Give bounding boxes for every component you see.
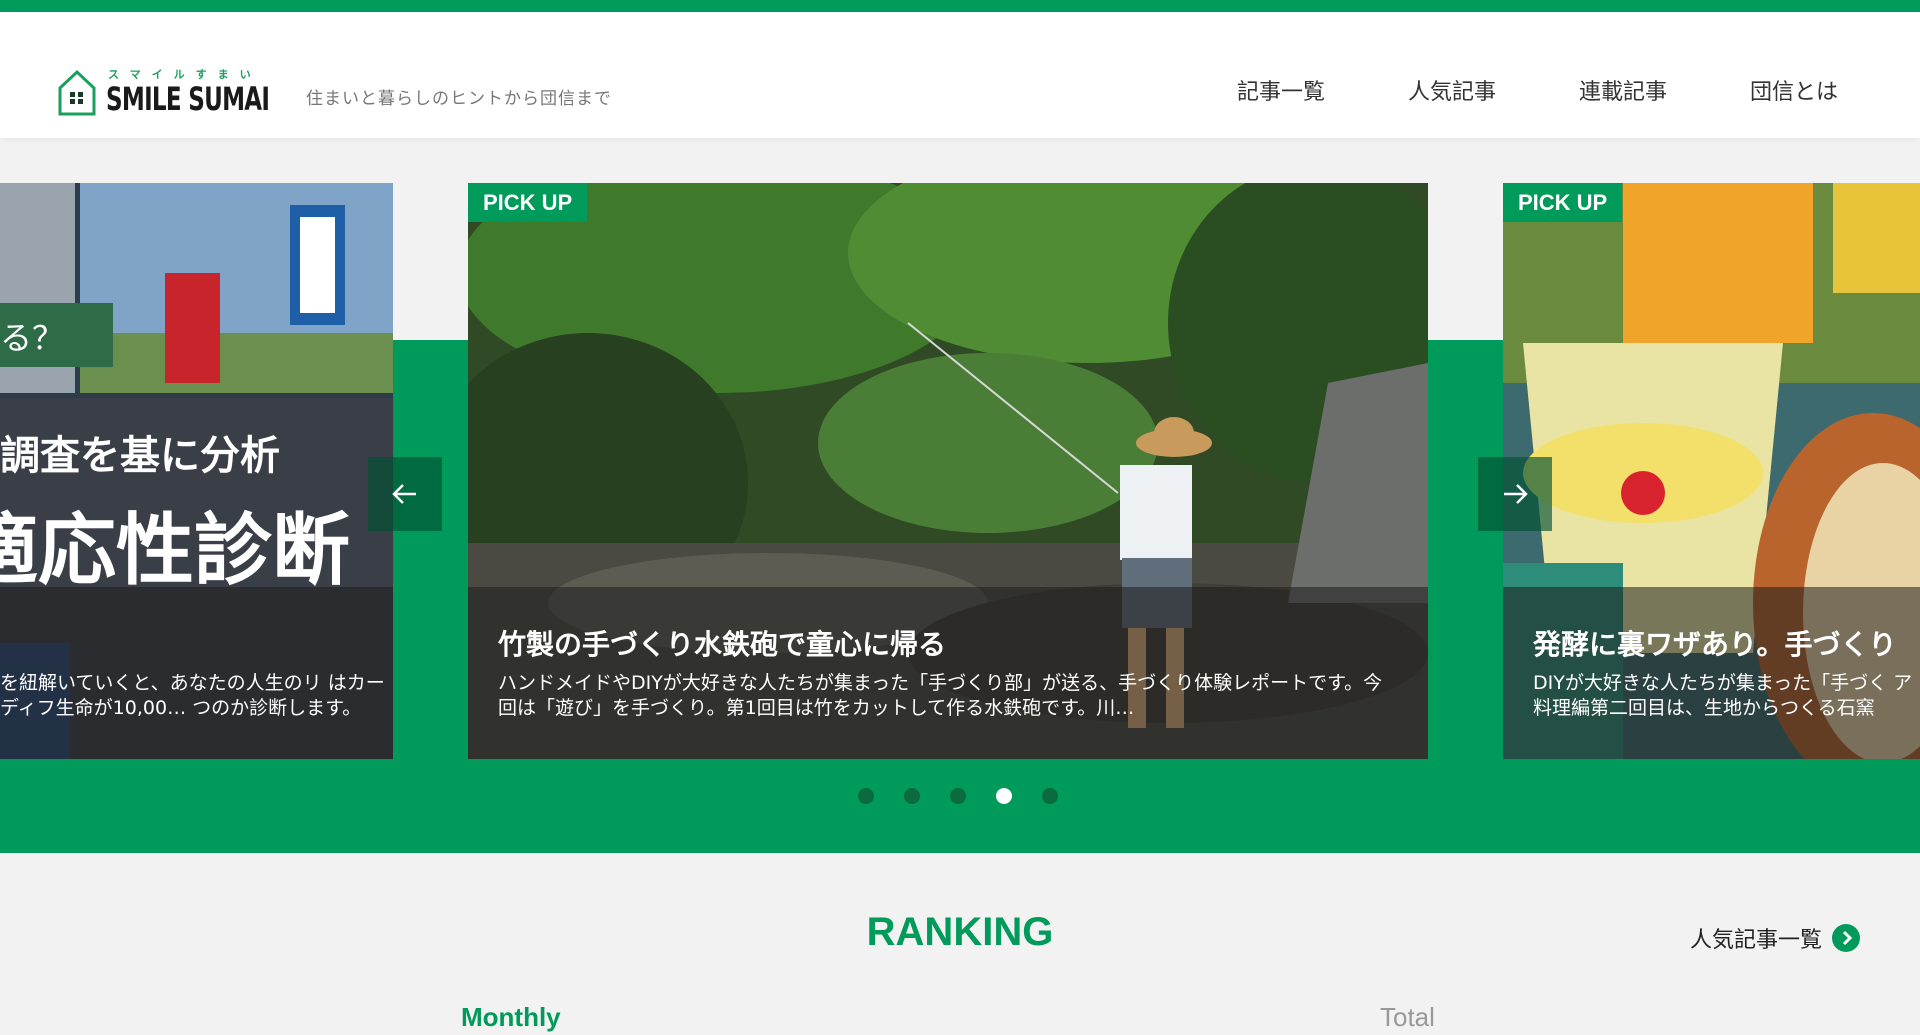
- slide-left-badge: る？: [0, 303, 113, 367]
- logo-brand-text: SMILE SUMAI: [106, 80, 270, 118]
- slide-center-desc: ハンドメイドやDIYが大好きな人たちが集まった「手づくり部」が送る、手づくり体験…: [498, 672, 1383, 719]
- house-icon: [58, 69, 96, 116]
- carousel-slide-center[interactable]: PICK UP 竹製の手づくり水鉄砲で童心に帰る ハンドメイドやDIYが大好きな…: [468, 183, 1428, 759]
- popular-articles-link-label: 人気記事一覧: [1689, 928, 1822, 953]
- nav-item-popular[interactable]: 人気記事: [1408, 74, 1496, 106]
- arrow-left-icon: [392, 484, 416, 504]
- carousel-dot-active[interactable]: [996, 788, 1012, 804]
- popular-articles-link[interactable]: 人気記事一覧: [1690, 922, 1860, 954]
- site-logo[interactable]: スマイルすまい SMILE SUMAI: [58, 54, 288, 124]
- carousel-slide-right[interactable]: PICK UP 発酵に裏ワザあり。手づくり DIYが大好きな人たちが集まった「手…: [1503, 183, 1920, 759]
- carousel-next-button[interactable]: [1478, 457, 1552, 531]
- site-header: スマイルすまい SMILE SUMAI 住まいと暮らしのヒントから団信まで 記事…: [0, 12, 1920, 138]
- slide-left-caption: を紐解いていくと、あなたの人生のリ はカーディフ生命が10,00… つのか診断し…: [0, 587, 393, 759]
- top-accent-bar: [0, 0, 1920, 12]
- slide-right-title[interactable]: 発酵に裏ワザあり。手づくり: [1533, 623, 1896, 663]
- slide-right-desc: DIYが大好きな人たちが集まった「手づく ア料理編第二回目は、生地からつくる石窯: [1533, 672, 1913, 719]
- carousel-prev-button[interactable]: [368, 457, 442, 531]
- carousel-dot[interactable]: [904, 788, 920, 804]
- carousel-dot[interactable]: [1042, 788, 1058, 804]
- pickup-badge-right: PICK UP: [1503, 183, 1623, 222]
- slide-left-line2: 適応性診断: [0, 506, 351, 596]
- ranking-heading: RANKING: [866, 910, 1054, 954]
- chevron-right-icon: [1832, 924, 1860, 952]
- main-nav: 記事一覧 人気記事 連載記事 団信とは: [1237, 74, 1838, 106]
- tab-total[interactable]: Total: [1380, 1002, 1435, 1033]
- tab-monthly[interactable]: Monthly: [461, 1002, 561, 1033]
- nav-item-series[interactable]: 連載記事: [1579, 74, 1667, 106]
- pickup-badge: PICK UP: [468, 183, 588, 222]
- arrow-right-icon: [1504, 484, 1528, 504]
- slide-center-title[interactable]: 竹製の手づくり水鉄砲で童心に帰る: [498, 623, 946, 663]
- carousel-dots: [858, 788, 1058, 804]
- slide-left-desc: を紐解いていくと、あなたの人生のリ はカーディフ生命が10,00… つのか診断し…: [0, 672, 385, 719]
- carousel-dot[interactable]: [950, 788, 966, 804]
- slide-right-caption: 発酵に裏ワザあり。手づくり DIYが大好きな人たちが集まった「手づく ア料理編第…: [1503, 587, 1920, 759]
- slide-center-caption: 竹製の手づくり水鉄砲で童心に帰る ハンドメイドやDIYが大好きな人たちが集まった…: [468, 587, 1428, 759]
- nav-item-about-danshin[interactable]: 団信とは: [1750, 74, 1838, 106]
- site-tagline: 住まいと暮らしのヒントから団信まで: [306, 89, 612, 109]
- carousel-dot[interactable]: [858, 788, 874, 804]
- slide-left-line1: 調査を基に分析: [0, 433, 280, 479]
- carousel-slide-left[interactable]: る？ 調査を基に分析 適応性診断 を紐解いていくと、あなたの人生のリ はカーディ…: [0, 183, 393, 759]
- nav-item-articles[interactable]: 記事一覧: [1237, 74, 1325, 106]
